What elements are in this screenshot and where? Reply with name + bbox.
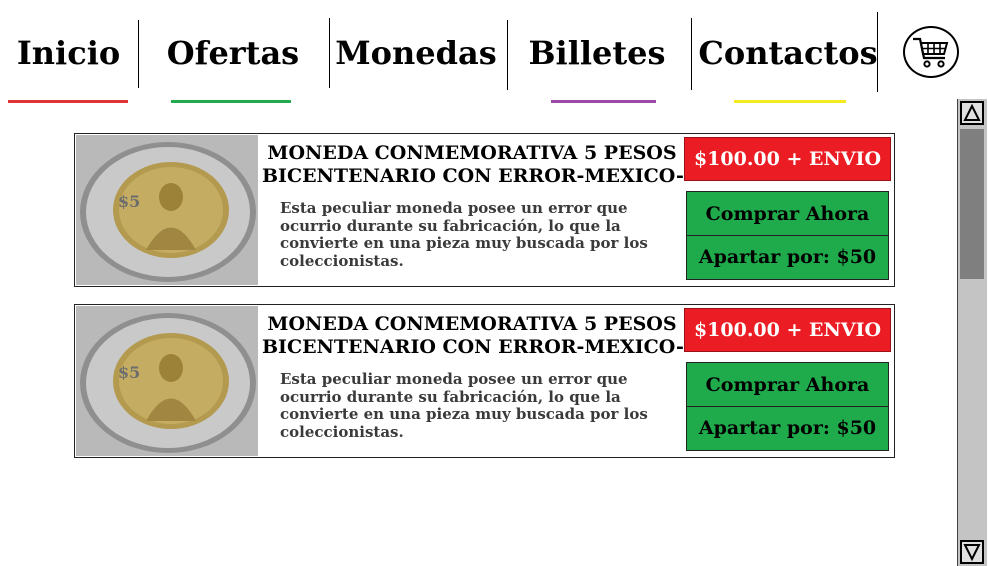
nav-underline-billetes bbox=[551, 100, 656, 103]
nav-underline-ofertas bbox=[171, 100, 291, 103]
scroll-up-button[interactable] bbox=[960, 101, 984, 125]
product-title: MONEDA CONMEMORATIVA 5 PESOS BICENTENARI… bbox=[262, 313, 684, 358]
scrollbar-thumb[interactable] bbox=[960, 129, 984, 279]
product-card: $5 MONEDA CONMEMORATIVA 5 PESOS BICENTEN… bbox=[74, 133, 895, 287]
arrow-up-icon bbox=[963, 103, 981, 121]
action-buttons: Comprar Ahora Apartar por: $50 bbox=[686, 191, 889, 280]
product-description: Esta peculiar moneda posee un error que … bbox=[280, 199, 648, 270]
buy-now-button[interactable]: Comprar Ahora bbox=[687, 193, 888, 235]
product-title: MONEDA CONMEMORATIVA 5 PESOS BICENTENARI… bbox=[262, 142, 684, 187]
svg-text:$5: $5 bbox=[118, 363, 140, 382]
scroll-down-button[interactable] bbox=[960, 540, 984, 564]
vertical-scrollbar[interactable] bbox=[957, 99, 987, 566]
svg-text:$5: $5 bbox=[118, 192, 140, 211]
nav-divider bbox=[329, 18, 330, 88]
action-buttons: Comprar Ahora Apartar por: $50 bbox=[686, 362, 889, 451]
buy-now-button[interactable]: Comprar Ahora bbox=[687, 364, 888, 406]
price-badge: $100.00 + ENVIO bbox=[684, 308, 891, 352]
nav-item-monedas[interactable]: Monedas bbox=[334, 22, 498, 86]
nav-divider bbox=[691, 18, 692, 90]
product-description: Esta peculiar moneda posee un error que … bbox=[280, 370, 648, 441]
coin-image: $5 bbox=[76, 306, 258, 456]
nav-divider bbox=[138, 20, 139, 88]
product-card: $5 MONEDA CONMEMORATIVA 5 PESOS BICENTEN… bbox=[74, 304, 895, 458]
reserve-button[interactable]: Apartar por: $50 bbox=[687, 236, 888, 278]
arrow-down-icon bbox=[963, 544, 981, 562]
top-navigation: Inicio Ofertas Monedas Billetes Contacto… bbox=[0, 0, 988, 110]
nav-underline-inicio bbox=[8, 100, 128, 103]
nav-item-ofertas[interactable]: Ofertas bbox=[158, 22, 308, 86]
nav-item-inicio[interactable]: Inicio bbox=[6, 22, 131, 86]
nav-item-billetes[interactable]: Billetes bbox=[524, 22, 670, 86]
reserve-button[interactable]: Apartar por: $50 bbox=[687, 407, 888, 449]
nav-divider bbox=[877, 12, 878, 92]
price-badge: $100.00 + ENVIO bbox=[684, 137, 891, 181]
nav-item-contactos[interactable]: Contactos bbox=[696, 22, 880, 86]
shopping-cart-icon bbox=[913, 37, 949, 68]
coin-image: $5 bbox=[76, 135, 258, 285]
nav-divider bbox=[507, 20, 508, 90]
cart-button[interactable] bbox=[903, 26, 959, 78]
nav-underline-contactos bbox=[734, 100, 846, 103]
